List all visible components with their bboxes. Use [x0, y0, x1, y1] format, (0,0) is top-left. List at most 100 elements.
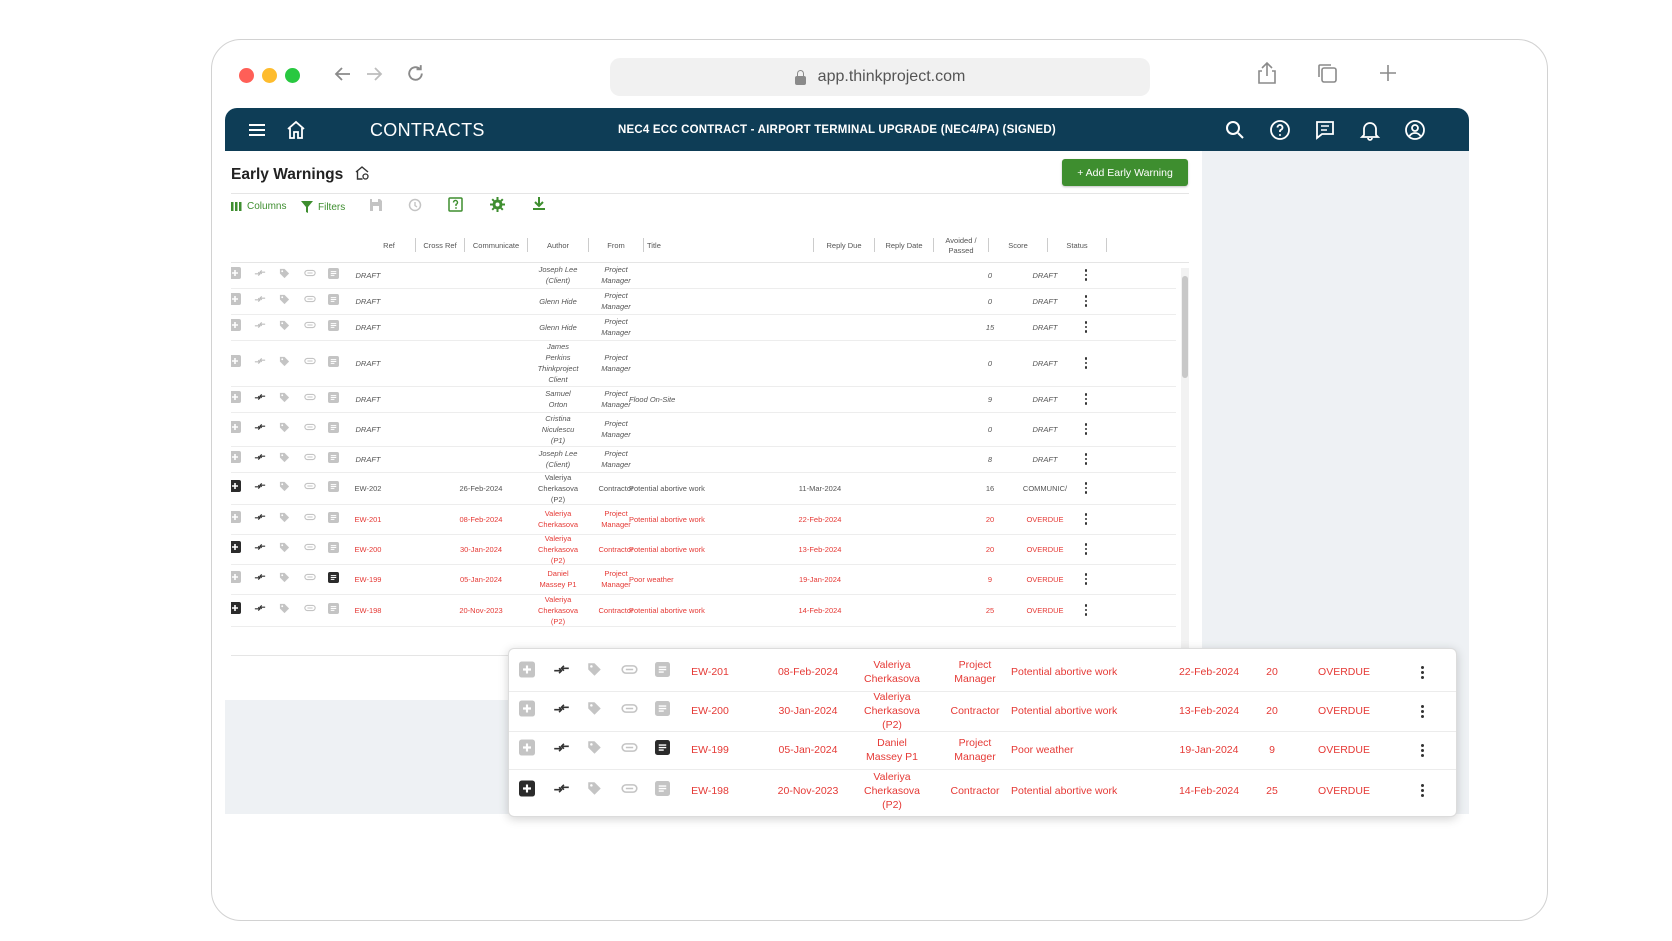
attachment-icon[interactable]: [304, 540, 316, 558]
expand-row-icon[interactable]: [231, 390, 241, 408]
row-actions-menu[interactable]: [1081, 288, 1091, 314]
table-row[interactable]: DRAFT James Perkins Thinkproject Client Pr…: [231, 340, 1176, 387]
tag-icon[interactable]: [279, 266, 290, 284]
zoomed-table-row[interactable]: EW-199 05-Jan-2024 Daniel Massey P1 Project…: [509, 731, 1456, 770]
link-icon[interactable]: [254, 450, 266, 468]
tag-icon[interactable]: [279, 570, 290, 588]
home-settings-icon[interactable]: [354, 165, 370, 181]
maximize-window-button[interactable]: [285, 68, 300, 83]
scrollbar-thumb[interactable]: [1182, 276, 1188, 378]
column-header-cross-ref[interactable]: Cross Ref: [417, 232, 463, 260]
link-icon[interactable]: [553, 739, 570, 761]
expand-row-icon[interactable]: [231, 266, 241, 284]
attachment-icon[interactable]: [304, 479, 316, 497]
row-actions-menu[interactable]: [1416, 769, 1428, 812]
share-icon[interactable]: [1256, 61, 1278, 85]
notes-icon[interactable]: [655, 701, 670, 721]
column-header-reply-due[interactable]: Reply Due: [815, 232, 873, 260]
new-tab-icon[interactable]: [1378, 63, 1398, 83]
row-actions-menu[interactable]: [1081, 504, 1091, 534]
tag-icon[interactable]: [279, 540, 290, 558]
attachment-icon[interactable]: [621, 661, 638, 683]
table-row[interactable]: DRAFT Glenn Hide Project Manager 0 DRAFT: [231, 288, 1176, 315]
attachment-icon[interactable]: [621, 780, 638, 802]
download-icon[interactable]: [532, 196, 546, 211]
tag-icon[interactable]: [279, 354, 290, 372]
tabs-icon[interactable]: [1316, 62, 1338, 84]
table-row[interactable]: EW-201 08-Feb-2024 Valeriya Cherkasova Proj…: [231, 504, 1176, 535]
row-actions-menu[interactable]: [1081, 446, 1091, 472]
row-actions-menu[interactable]: [1081, 564, 1091, 594]
table-row[interactable]: DRAFT Cristina Niculescu (P1) Project Mana…: [231, 412, 1176, 447]
expand-row-icon[interactable]: [231, 420, 241, 438]
expand-row-icon[interactable]: [231, 510, 241, 528]
table-row[interactable]: DRAFT Joseph Lee (Client) Project Manager 8…: [231, 446, 1176, 473]
tag-icon[interactable]: [279, 601, 290, 619]
add-early-warning-button[interactable]: + Add Early Warning: [1062, 159, 1188, 186]
home-icon[interactable]: [284, 118, 308, 142]
notes-icon[interactable]: [328, 390, 339, 408]
expand-row-icon[interactable]: [519, 739, 535, 761]
link-icon[interactable]: [254, 292, 266, 310]
attachment-icon[interactable]: [304, 510, 316, 528]
row-actions-menu[interactable]: [1081, 340, 1091, 386]
column-header-author[interactable]: Author: [529, 232, 587, 260]
table-row[interactable]: EW-202 26-Feb-2024 Valeriya Cherkasova (P2…: [231, 472, 1176, 505]
tag-icon[interactable]: [279, 510, 290, 528]
expand-row-icon[interactable]: [231, 354, 241, 372]
table-row[interactable]: EW-200 30-Jan-2024 Valeriya Cherkasova (P2…: [231, 534, 1176, 565]
tag-icon[interactable]: [279, 292, 290, 310]
save-view-icon[interactable]: [369, 198, 383, 212]
notes-icon[interactable]: [655, 780, 670, 801]
column-header-from[interactable]: From: [590, 232, 642, 260]
row-actions-menu[interactable]: [1081, 412, 1091, 446]
attachment-icon[interactable]: [304, 601, 316, 619]
zoomed-table-row[interactable]: EW-200 30-Jan-2024 Valeriya Cherkasova (P2…: [509, 691, 1456, 732]
expand-row-icon[interactable]: [519, 700, 535, 722]
link-icon[interactable]: [254, 479, 266, 497]
link-icon[interactable]: [553, 661, 570, 683]
notes-icon[interactable]: [328, 510, 339, 528]
link-icon[interactable]: [254, 390, 266, 408]
link-icon[interactable]: [254, 318, 266, 336]
notes-icon[interactable]: [328, 266, 339, 284]
link-icon[interactable]: [553, 700, 570, 722]
link-icon[interactable]: [254, 354, 266, 372]
back-arrow-icon[interactable]: [333, 64, 353, 84]
row-actions-menu[interactable]: [1081, 594, 1091, 626]
tag-icon[interactable]: [279, 420, 290, 438]
notes-icon[interactable]: [328, 318, 339, 336]
tag-icon[interactable]: [279, 390, 290, 408]
column-header-reply-date[interactable]: Reply Date: [876, 232, 932, 260]
forward-arrow-icon[interactable]: [364, 64, 384, 84]
table-row[interactable]: DRAFT Joseph Lee (Client) Project Manager 0…: [231, 262, 1176, 289]
notes-icon[interactable]: [328, 292, 339, 310]
column-header-avoided-passed[interactable]: Avoided / Passed: [935, 232, 987, 260]
attachment-icon[interactable]: [304, 354, 316, 372]
notes-icon[interactable]: [328, 570, 339, 588]
minimize-window-button[interactable]: [262, 68, 277, 83]
tag-icon[interactable]: [587, 781, 602, 801]
expand-row-icon[interactable]: [231, 601, 241, 619]
columns-button[interactable]: Columns: [231, 201, 286, 212]
row-actions-menu[interactable]: [1416, 691, 1428, 731]
tag-icon[interactable]: [279, 450, 290, 468]
attachment-icon[interactable]: [304, 390, 316, 408]
notes-icon[interactable]: [655, 662, 670, 682]
attachment-icon[interactable]: [304, 292, 316, 310]
link-icon[interactable]: [553, 780, 570, 802]
history-icon[interactable]: [408, 198, 422, 212]
expand-row-icon[interactable]: [231, 318, 241, 336]
help-question-icon[interactable]: [448, 197, 463, 212]
tag-icon[interactable]: [587, 701, 602, 721]
row-actions-menu[interactable]: [1416, 653, 1428, 691]
zoomed-table-row[interactable]: EW-198 20-Nov-2023 Valeriya Cherkasova (P2…: [509, 769, 1456, 812]
expand-row-icon[interactable]: [231, 292, 241, 310]
row-actions-menu[interactable]: [1081, 472, 1091, 504]
attachment-icon[interactable]: [304, 450, 316, 468]
tag-icon[interactable]: [279, 318, 290, 336]
expand-row-icon[interactable]: [231, 570, 241, 588]
attachment-icon[interactable]: [304, 570, 316, 588]
notifications-bell-icon[interactable]: [1358, 118, 1382, 142]
column-header-status[interactable]: Status: [1049, 232, 1105, 260]
